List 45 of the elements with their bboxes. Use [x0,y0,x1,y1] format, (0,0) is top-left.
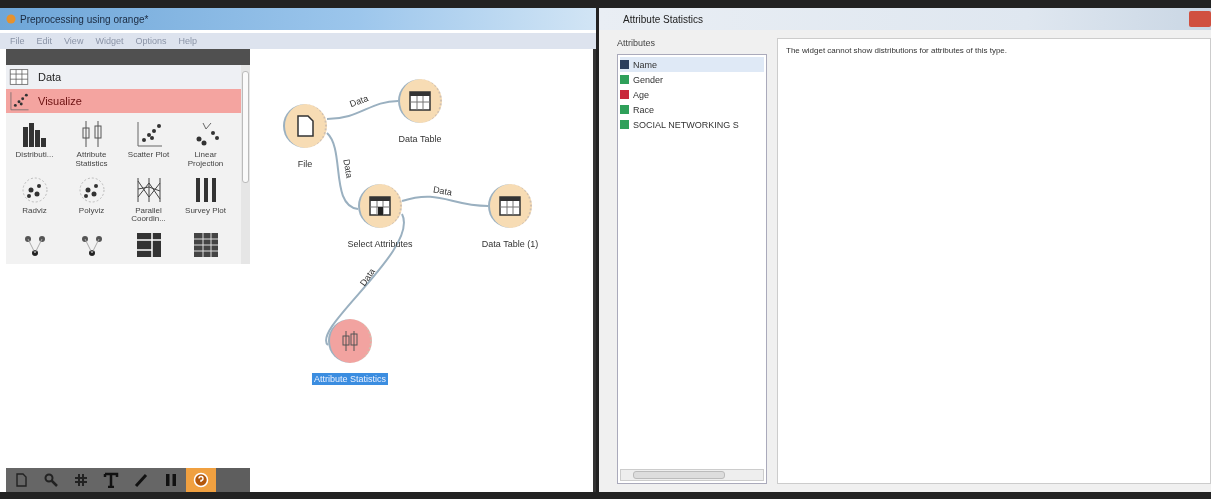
group-label: Attributes [617,38,657,48]
widget-button[interactable]: Polyviz [63,174,120,225]
node-label: Select Attributes [346,238,414,250]
scrollbar[interactable] [620,469,764,481]
attribute-item[interactable]: SOCIAL NETWORKING S [620,117,764,132]
app-icon [6,14,16,24]
widget-button[interactable]: Distributi... [6,119,63,169]
widget-button[interactable]: Radviz [6,174,63,225]
radviz-icon [19,174,50,205]
node-label: Data Table [397,133,443,145]
widget-button[interactable]: Linear Projection [177,119,234,169]
widget-button[interactable]: Survey Plot [177,174,234,225]
node-label: Data Table (1) [480,238,540,250]
message-text: The widget cannot show distributions for attributes of this type. [786,46,1007,55]
table-icon [497,193,523,219]
grid-chart-icon [8,66,30,88]
table-icon [407,88,433,114]
attribute-item[interactable]: Age [620,87,764,102]
widget-node[interactable] [398,79,442,123]
link-label: Data [348,93,370,110]
attribute-item[interactable]: Name [620,57,764,72]
scrollbar[interactable] [241,65,250,265]
window-title: Preprocessing using orange* [20,13,149,25]
link-label: Data [341,158,355,179]
table-select-icon [367,193,393,219]
window-title: Attribute Statistics [623,13,704,25]
pause-icon[interactable] [156,468,186,492]
widget-button[interactable]: Attribute Statistics [63,119,120,169]
scatter-plot-icon [8,90,30,112]
node-label: File [296,158,314,170]
category-tab[interactable]: Data [6,65,241,89]
help-icon[interactable] [186,468,216,492]
link-label: Data [432,184,453,198]
attribute-item[interactable]: Race [620,102,764,117]
category-tab[interactable]: Visualize [6,89,241,113]
document-tool-icon[interactable] [6,468,36,492]
widget-node[interactable] [283,104,327,148]
widget-node[interactable] [328,319,372,363]
widget-button[interactable]: Scatter Plot [120,119,177,169]
widget-node[interactable] [358,184,402,228]
polyviz-icon [76,174,107,205]
node-label: Attribute Statistics [312,373,388,385]
widget-node[interactable] [488,184,532,228]
widget-button[interactable]: Parallel Coordin... [120,174,177,225]
attribute-item[interactable]: Gender [620,72,764,87]
